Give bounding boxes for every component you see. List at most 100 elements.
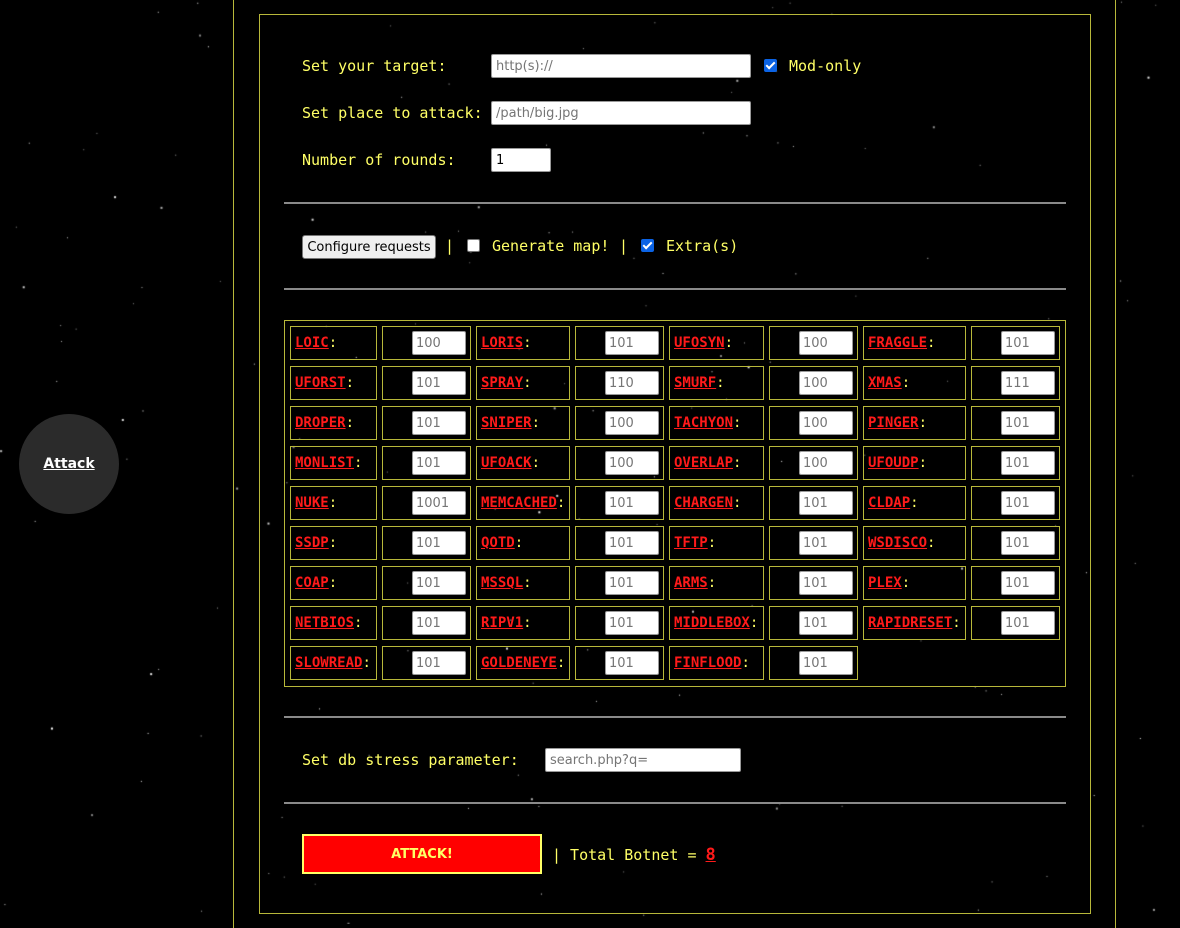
- attack-rounds-input[interactable]: [605, 371, 659, 395]
- attack-method-link[interactable]: MEMCACHED: [481, 495, 557, 511]
- attack-method-link[interactable]: ARMS: [674, 575, 708, 591]
- place-label: Set place to attack:: [302, 104, 483, 122]
- mod-only-checkbox[interactable]: [764, 59, 777, 72]
- attack-method-link[interactable]: LORIS: [481, 335, 523, 351]
- attack-rounds-input[interactable]: [412, 451, 466, 475]
- attack-method-link[interactable]: CHARGEN: [674, 495, 733, 511]
- attack-rounds-input[interactable]: [605, 611, 659, 635]
- attack-rounds-input[interactable]: [1001, 491, 1055, 515]
- attack-method-link[interactable]: SLOWREAD: [295, 655, 362, 671]
- attack-rounds-input[interactable]: [799, 571, 853, 595]
- attack-method-link[interactable]: MSSQL: [481, 575, 523, 591]
- rounds-input[interactable]: [491, 148, 551, 172]
- attack-rounds-input[interactable]: [412, 411, 466, 435]
- attack-rounds-cell: [575, 366, 664, 400]
- extras-checkbox[interactable]: [641, 239, 654, 252]
- colon: :: [927, 335, 936, 351]
- colon: :: [910, 495, 919, 511]
- attack-method-link[interactable]: FRAGGLE: [868, 335, 927, 351]
- attack-rounds-input[interactable]: [799, 371, 853, 395]
- attack-method-link[interactable]: UFORST: [295, 375, 346, 391]
- configure-requests-button[interactable]: Configure requests: [302, 235, 436, 259]
- generate-map-checkbox[interactable]: [467, 239, 480, 252]
- attack-button[interactable]: ATTACK!: [302, 834, 542, 874]
- attack-rounds-input[interactable]: [412, 491, 466, 515]
- attack-menu-link[interactable]: Attack: [43, 456, 94, 472]
- attack-rounds-input[interactable]: [605, 491, 659, 515]
- attack-method-link[interactable]: NUKE: [295, 495, 329, 511]
- colon: :: [952, 615, 961, 631]
- attack-method-link[interactable]: MONLIST: [295, 455, 354, 471]
- attack-rounds-cell: [971, 326, 1060, 360]
- attack-rounds-input[interactable]: [799, 451, 853, 475]
- attack-rounds-input[interactable]: [605, 651, 659, 675]
- side-menu-bubble[interactable]: Attack: [19, 414, 119, 514]
- attack-method-cell: NETBIOS:: [290, 606, 377, 640]
- attack-rounds-input[interactable]: [412, 531, 466, 555]
- attack-method-link[interactable]: TFTP: [674, 535, 708, 551]
- attack-rounds-input[interactable]: [412, 571, 466, 595]
- attack-rounds-input[interactable]: [605, 571, 659, 595]
- attack-rounds-cell: [971, 446, 1060, 480]
- botnet-count-link[interactable]: 8: [706, 845, 716, 865]
- attack-method-link[interactable]: LOIC: [295, 335, 329, 351]
- attack-method-link[interactable]: SMURF: [674, 375, 716, 391]
- extras-label: Extra(s): [666, 237, 739, 255]
- attack-method-link[interactable]: COAP: [295, 575, 329, 591]
- target-label: Set your target:: [302, 57, 447, 75]
- attack-rounds-input[interactable]: [1001, 331, 1055, 355]
- attack-rounds-input[interactable]: [799, 331, 853, 355]
- botnet-prefix: | Total Botnet =: [552, 846, 697, 864]
- attack-method-link[interactable]: DROPER: [295, 415, 346, 431]
- attack-rounds-input[interactable]: [412, 651, 466, 675]
- dbstress-input[interactable]: [545, 748, 741, 772]
- attack-rounds-input[interactable]: [1001, 411, 1055, 435]
- attack-method-link[interactable]: PLEX: [868, 575, 902, 591]
- attack-method-link[interactable]: RAPIDRESET: [868, 615, 952, 631]
- attack-method-link[interactable]: TACHYON: [674, 415, 733, 431]
- attack-method-link[interactable]: UFOACK: [481, 455, 532, 471]
- attack-rounds-input[interactable]: [412, 611, 466, 635]
- attack-rounds-cell: [971, 526, 1060, 560]
- attack-rounds-input[interactable]: [799, 611, 853, 635]
- attack-method-cell: LOIC:: [290, 326, 377, 360]
- attack-method-link[interactable]: RIPV1: [481, 615, 523, 631]
- attack-method-link[interactable]: CLDAP: [868, 495, 910, 511]
- attack-rounds-input[interactable]: [799, 411, 853, 435]
- colon: :: [345, 415, 355, 431]
- attack-method-link[interactable]: PINGER: [868, 415, 919, 431]
- attack-rounds-input[interactable]: [799, 531, 853, 555]
- attack-method-cell: SMURF:: [669, 366, 764, 400]
- attack-rounds-input[interactable]: [1001, 451, 1055, 475]
- attack-method-link[interactable]: XMAS: [868, 375, 902, 391]
- attack-rounds-input[interactable]: [412, 371, 466, 395]
- attack-method-link[interactable]: UFOSYN: [674, 335, 725, 351]
- attack-method-link[interactable]: WSDISCO: [868, 535, 927, 551]
- place-path-input[interactable]: [491, 101, 751, 125]
- attack-method-link[interactable]: MIDDLEBOX: [674, 615, 750, 631]
- attack-rounds-input[interactable]: [412, 331, 466, 355]
- attack-rounds-cell: [382, 646, 471, 680]
- attack-rounds-input[interactable]: [605, 531, 659, 555]
- attack-method-link[interactable]: QOTD: [481, 535, 515, 551]
- attack-rounds-input[interactable]: [799, 491, 853, 515]
- attack-method-link[interactable]: NETBIOS: [295, 615, 354, 631]
- attack-rounds-input[interactable]: [1001, 531, 1055, 555]
- attack-rounds-input[interactable]: [799, 651, 853, 675]
- attack-method-link[interactable]: OVERLAP: [674, 455, 733, 471]
- attack-method-cell: MONLIST:: [290, 446, 377, 480]
- attack-method-link[interactable]: SPRAY: [481, 375, 523, 391]
- target-url-input[interactable]: [491, 54, 751, 78]
- attack-rounds-input[interactable]: [1001, 371, 1055, 395]
- attack-method-link[interactable]: SSDP: [295, 535, 329, 551]
- attack-rounds-input[interactable]: [605, 331, 659, 355]
- attack-method-link[interactable]: SNIPER: [481, 415, 532, 431]
- attack-method-link[interactable]: FINFLOOD: [674, 655, 741, 671]
- attack-rounds-input[interactable]: [1001, 571, 1055, 595]
- attack-method-link[interactable]: UFOUDP: [868, 455, 919, 471]
- attack-rounds-input[interactable]: [605, 411, 659, 435]
- attack-method-link[interactable]: GOLDENEYE: [481, 655, 557, 671]
- attack-rounds-input[interactable]: [1001, 611, 1055, 635]
- attack-rounds-input[interactable]: [605, 451, 659, 475]
- attack-rounds-cell: [575, 646, 664, 680]
